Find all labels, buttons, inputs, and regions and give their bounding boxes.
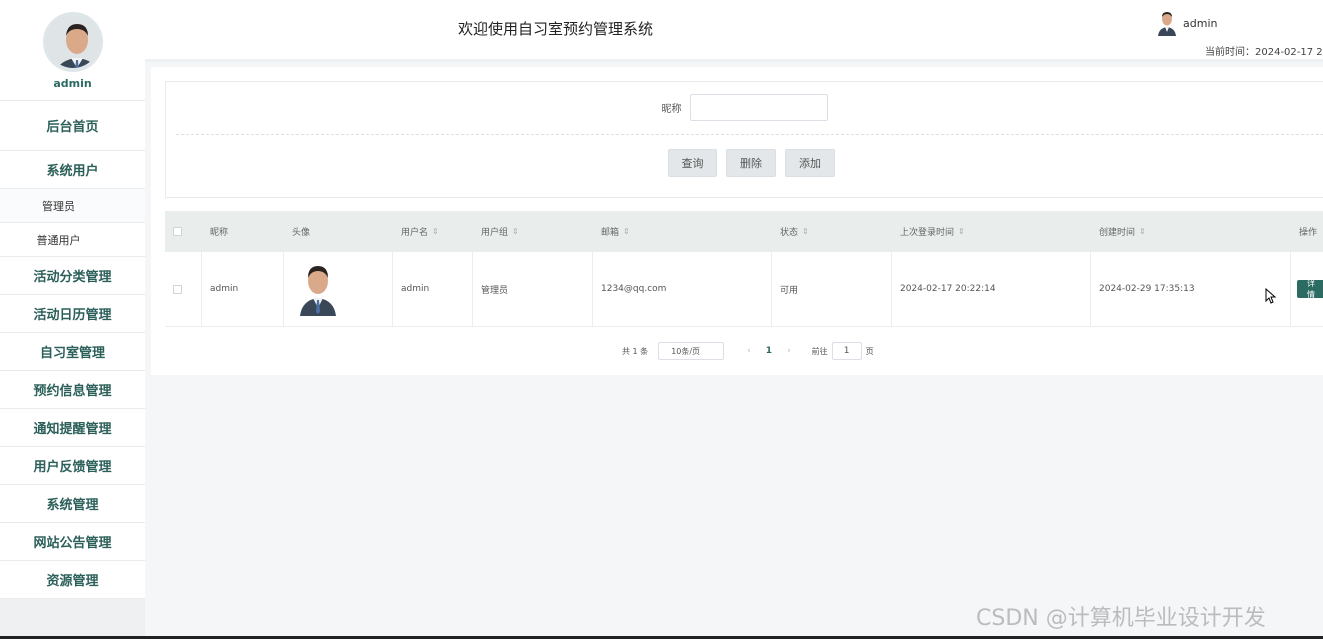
delete-button[interactable]: 删除 <box>726 149 776 177</box>
col-nickname: 昵称 <box>210 228 229 238</box>
main-panel: 昵称 查询 删除 添加 昵称 头像 用户名 ⇕ 用户组 ⇕ 邮箱 ⇕ 状态 ⇕ 上次登录… <box>151 67 1323 375</box>
sidebar-item-reservations[interactable]: 预约信息管理 <box>0 371 145 409</box>
sidebar-item-admins[interactable]: 管理员 <box>0 189 145 223</box>
sidebar-item-system[interactable]: 系统管理 <box>0 485 145 523</box>
cell-last-login: 2024-02-17 20:22:14 <box>900 284 996 294</box>
avatar <box>298 262 338 316</box>
cell-status: 可用 <box>780 285 799 296</box>
col-email[interactable]: 邮箱 <box>601 225 619 238</box>
col-username[interactable]: 用户名 <box>401 225 428 238</box>
sidebar-item-announcements[interactable]: 网站公告管理 <box>0 523 145 561</box>
prev-page-icon[interactable]: ‹ <box>747 346 751 356</box>
current-time: 当前时间：2024-02-17 20 <box>1205 47 1323 58</box>
cell-username: admin <box>401 284 430 294</box>
add-button[interactable]: 添加 <box>785 149 835 177</box>
sidebar-item-feedback[interactable]: 用户反馈管理 <box>0 447 145 485</box>
col-last-login[interactable]: 上次登录时间 <box>900 225 954 238</box>
sort-icon[interactable]: ⇕ <box>958 227 965 236</box>
header-user[interactable]: admin <box>1157 10 1217 36</box>
pager-total: 共 1 条 <box>622 346 649 356</box>
sidebar-item-system-users[interactable]: 系统用户 <box>0 151 145 189</box>
cell-email: 1234@qq.com <box>601 284 667 294</box>
row-checkbox[interactable] <box>173 284 182 294</box>
sort-icon[interactable]: ⇕ <box>432 227 439 236</box>
cell-nickname: admin <box>210 284 239 294</box>
nickname-search-input[interactable] <box>689 93 828 121</box>
sort-icon[interactable]: ⇕ <box>512 227 519 236</box>
goto-label: 前往 <box>811 346 828 356</box>
sidebar-item-study-rooms[interactable]: 自习室管理 <box>0 333 145 371</box>
sidebar-user-block: admin <box>0 0 145 101</box>
page-suffix: 页 <box>865 346 874 356</box>
next-page-icon[interactable]: › <box>787 346 791 356</box>
query-button[interactable]: 查询 <box>668 149 717 177</box>
col-status[interactable]: 状态 <box>780 225 798 238</box>
goto-page-input[interactable]: 1 <box>831 342 862 360</box>
sort-icon[interactable]: ⇕ <box>802 227 809 236</box>
select-all-checkbox[interactable] <box>173 227 182 236</box>
table-row: admin admin 管理员 1234@qq.com 可用 2024-02-1… <box>165 252 1323 327</box>
sort-icon[interactable]: ⇕ <box>623 227 630 236</box>
sidebar-username: admin <box>53 77 92 90</box>
col-avatar: 头像 <box>292 228 311 238</box>
mouse-cursor-icon <box>1265 288 1277 304</box>
sidebar-item-activity-calendar[interactable]: 活动日历管理 <box>0 295 145 333</box>
avatar <box>42 12 103 72</box>
header-username: admin <box>1183 16 1218 30</box>
page-number[interactable]: 1 <box>766 346 772 356</box>
table-header: 昵称 头像 用户名 ⇕ 用户组 ⇕ 邮箱 ⇕ 状态 ⇕ 上次登录时间 ⇕ 创建时间 ⇕ 操作 <box>165 211 1323 252</box>
avatar <box>1157 10 1177 36</box>
sidebar-item-resources[interactable]: 资源管理 <box>0 561 145 599</box>
cell-created: 2024-02-29 17:35:13 <box>1099 284 1195 294</box>
sort-icon[interactable]: ⇕ <box>1139 227 1146 236</box>
header: 欢迎使用自习室预约管理系统 admin 当前时间：2024-02-17 20 <box>145 0 1323 62</box>
divider <box>176 134 1323 135</box>
watermark: CSDN @计算机毕业设计开发 <box>976 606 1266 631</box>
sidebar-item-activity-categories[interactable]: 活动分类管理 <box>0 257 145 295</box>
sidebar-item-dashboard[interactable]: 后台首页 <box>0 101 145 151</box>
col-actions: 操作 <box>1299 228 1318 238</box>
cell-group: 管理员 <box>481 285 509 296</box>
page-size-select[interactable]: 10条/页 <box>658 342 725 360</box>
search-panel: 昵称 查询 删除 添加 <box>165 81 1323 198</box>
detail-button[interactable]: 详情 <box>1297 279 1323 299</box>
col-created[interactable]: 创建时间 <box>1099 225 1135 238</box>
sidebar-item-regular-users[interactable]: 普通用户 <box>0 223 145 257</box>
users-table: 昵称 头像 用户名 ⇕ 用户组 ⇕ 邮箱 ⇕ 状态 ⇕ 上次登录时间 ⇕ 创建时间 ⇕ 操作… <box>165 211 1323 327</box>
sidebar-item-notifications[interactable]: 通知提醒管理 <box>0 409 145 447</box>
nickname-label: 昵称 <box>661 103 682 115</box>
pagination: 共 1 条 10条/页 ‹ 1 › 前往 1 页 <box>622 342 874 360</box>
sidebar: admin 后台首页 系统用户 管理员 普通用户 活动分类管理 活动日历管理 自… <box>0 0 145 639</box>
page-title: 欢迎使用自习室预约管理系统 <box>458 20 654 38</box>
col-group[interactable]: 用户组 <box>481 225 508 238</box>
